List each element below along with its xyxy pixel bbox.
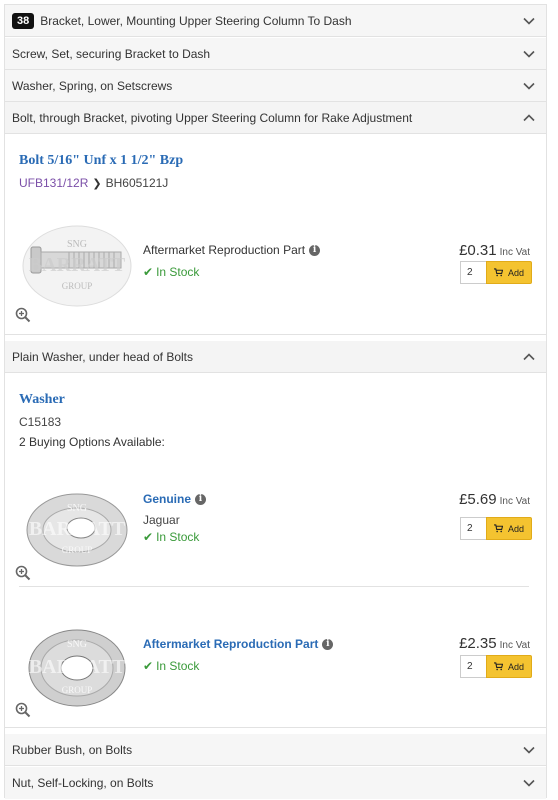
option-name-text[interactable]: Aftermarket Reproduction Part (143, 637, 318, 651)
zoom-in-icon[interactable] (15, 565, 31, 581)
check-icon: ✔ (143, 530, 154, 544)
price: £0.31 Inc Vat (459, 242, 530, 259)
info-icon[interactable]: i (195, 493, 207, 505)
add-to-basket-button[interactable]: Add (486, 655, 532, 678)
vat-label: Inc Vat (499, 247, 530, 258)
price-value: £2.35 (459, 635, 497, 652)
section-label: Plain Washer, under head of Bolts (12, 349, 193, 364)
option-name[interactable]: Aftermarket Reproduction Part i (143, 637, 334, 651)
section-screw-set[interactable]: Screw, Set, securing Bracket to Dash (5, 38, 546, 70)
quantity-input[interactable]: 2 (460, 517, 486, 540)
watermark-line2: BARRATT (29, 656, 126, 678)
divider (5, 727, 546, 728)
stock-status: ✔ In Stock (143, 265, 199, 279)
chevron-right-icon: ❯ (92, 178, 102, 190)
check-icon: ✔ (143, 265, 154, 279)
parts-accordion: 38 Bracket, Lower, Mounting Upper Steeri… (4, 4, 547, 799)
option-name: Aftermarket Reproduction Part i (143, 243, 321, 257)
vat-label: Inc Vat (499, 496, 530, 507)
section-label: Washer, Spring, on Setscrews (12, 78, 173, 93)
chevron-up-icon[interactable] (522, 350, 536, 364)
quantity-input[interactable]: 2 (460, 655, 486, 678)
part-number: C15183 (19, 415, 62, 429)
section-bracket-lower[interactable]: 38 Bracket, Lower, Mounting Upper Steeri… (5, 5, 546, 37)
section-label: Bolt, through Bracket, pivoting Upper St… (12, 110, 413, 125)
stock-status: ✔ In Stock (143, 530, 199, 544)
add-label: Add (507, 661, 524, 672)
chevron-down-icon[interactable] (522, 79, 536, 93)
info-icon[interactable]: i (309, 244, 321, 256)
buying-options-note: 2 Buying Options Available: (19, 435, 165, 449)
watermark-line1: SNG (67, 639, 87, 650)
bolt-product-image[interactable]: SNG BARRATT GROUP (19, 217, 135, 315)
option-name-text: Aftermarket Reproduction Part (143, 243, 306, 257)
price-value: £5.69 (459, 491, 497, 508)
cart-icon (493, 662, 503, 671)
add-label: Add (507, 267, 524, 278)
option-name-text[interactable]: Genuine (143, 492, 191, 506)
part-title-link[interactable]: Washer (19, 392, 65, 408)
stock-status: ✔ In Stock (143, 659, 199, 673)
watermark-line1: SNG (67, 503, 87, 514)
price: £5.69 Inc Vat (459, 491, 530, 508)
section-plain-washer[interactable]: Plain Washer, under head of Bolts (5, 341, 546, 373)
chevron-up-icon[interactable] (522, 111, 536, 125)
divider (19, 586, 529, 587)
washer-product-image[interactable]: SNG BARRATT GROUP (19, 481, 135, 579)
watermark-line3: GROUP (62, 281, 93, 291)
vat-label: Inc Vat (499, 640, 530, 651)
stock-text: In Stock (156, 265, 200, 279)
zoom-in-icon[interactable] (15, 702, 31, 718)
superseded-part-number: UFB131/12R (19, 176, 89, 190)
add-label: Add (507, 523, 524, 534)
watermark-line2: BARRATT (29, 254, 126, 276)
stock-text: In Stock (156, 659, 200, 673)
section-nut-self-locking[interactable]: Nut, Self-Locking, on Bolts (5, 767, 546, 799)
info-icon[interactable]: i (322, 638, 334, 650)
section-bolt-through-bracket[interactable]: Bolt, through Bracket, pivoting Upper St… (5, 102, 546, 134)
current-part-number: BH605121J (105, 176, 169, 190)
diagram-number-badge: 38 (12, 12, 35, 29)
section-label: Nut, Self-Locking, on Bolts (12, 776, 154, 790)
zoom-in-icon[interactable] (15, 307, 31, 323)
price-value: £0.31 (459, 242, 497, 259)
chevron-down-icon[interactable] (522, 47, 536, 61)
divider (5, 334, 546, 335)
brand-name: Jaguar (143, 513, 180, 527)
watermark-line3: GROUP (62, 545, 93, 555)
price: £2.35 Inc Vat (459, 635, 530, 652)
quantity-input[interactable]: 2 (460, 261, 486, 284)
watermark-line1: SNG (67, 239, 87, 250)
part-number: UFB131/12R ❯ BH605121J (19, 176, 168, 190)
washer-product-image[interactable]: SNG BARRATT GROUP (19, 619, 135, 717)
chevron-down-icon[interactable] (522, 743, 536, 757)
section-label: Screw, Set, securing Bracket to Dash (12, 46, 211, 61)
watermark-line3: GROUP (62, 685, 93, 695)
section-label: Bracket, Lower, Mounting Upper Steering … (40, 13, 352, 28)
section-rubber-bush[interactable]: Rubber Bush, on Bolts (5, 734, 546, 766)
option-name[interactable]: Genuine i (143, 492, 207, 506)
stock-text: In Stock (156, 530, 200, 544)
check-icon: ✔ (143, 659, 154, 673)
watermark-line2: BARRATT (29, 518, 126, 540)
cart-icon (493, 268, 503, 277)
chevron-down-icon[interactable] (522, 14, 536, 28)
section-washer-spring[interactable]: Washer, Spring, on Setscrews (5, 70, 546, 102)
chevron-down-icon[interactable] (522, 776, 536, 790)
part-title-link[interactable]: Bolt 5/16" Unf x 1 1/2" Bzp (19, 153, 183, 169)
add-to-basket-button[interactable]: Add (486, 261, 532, 284)
section-label: Rubber Bush, on Bolts (12, 742, 133, 757)
add-to-basket-button[interactable]: Add (486, 517, 532, 540)
cart-icon (493, 524, 503, 533)
